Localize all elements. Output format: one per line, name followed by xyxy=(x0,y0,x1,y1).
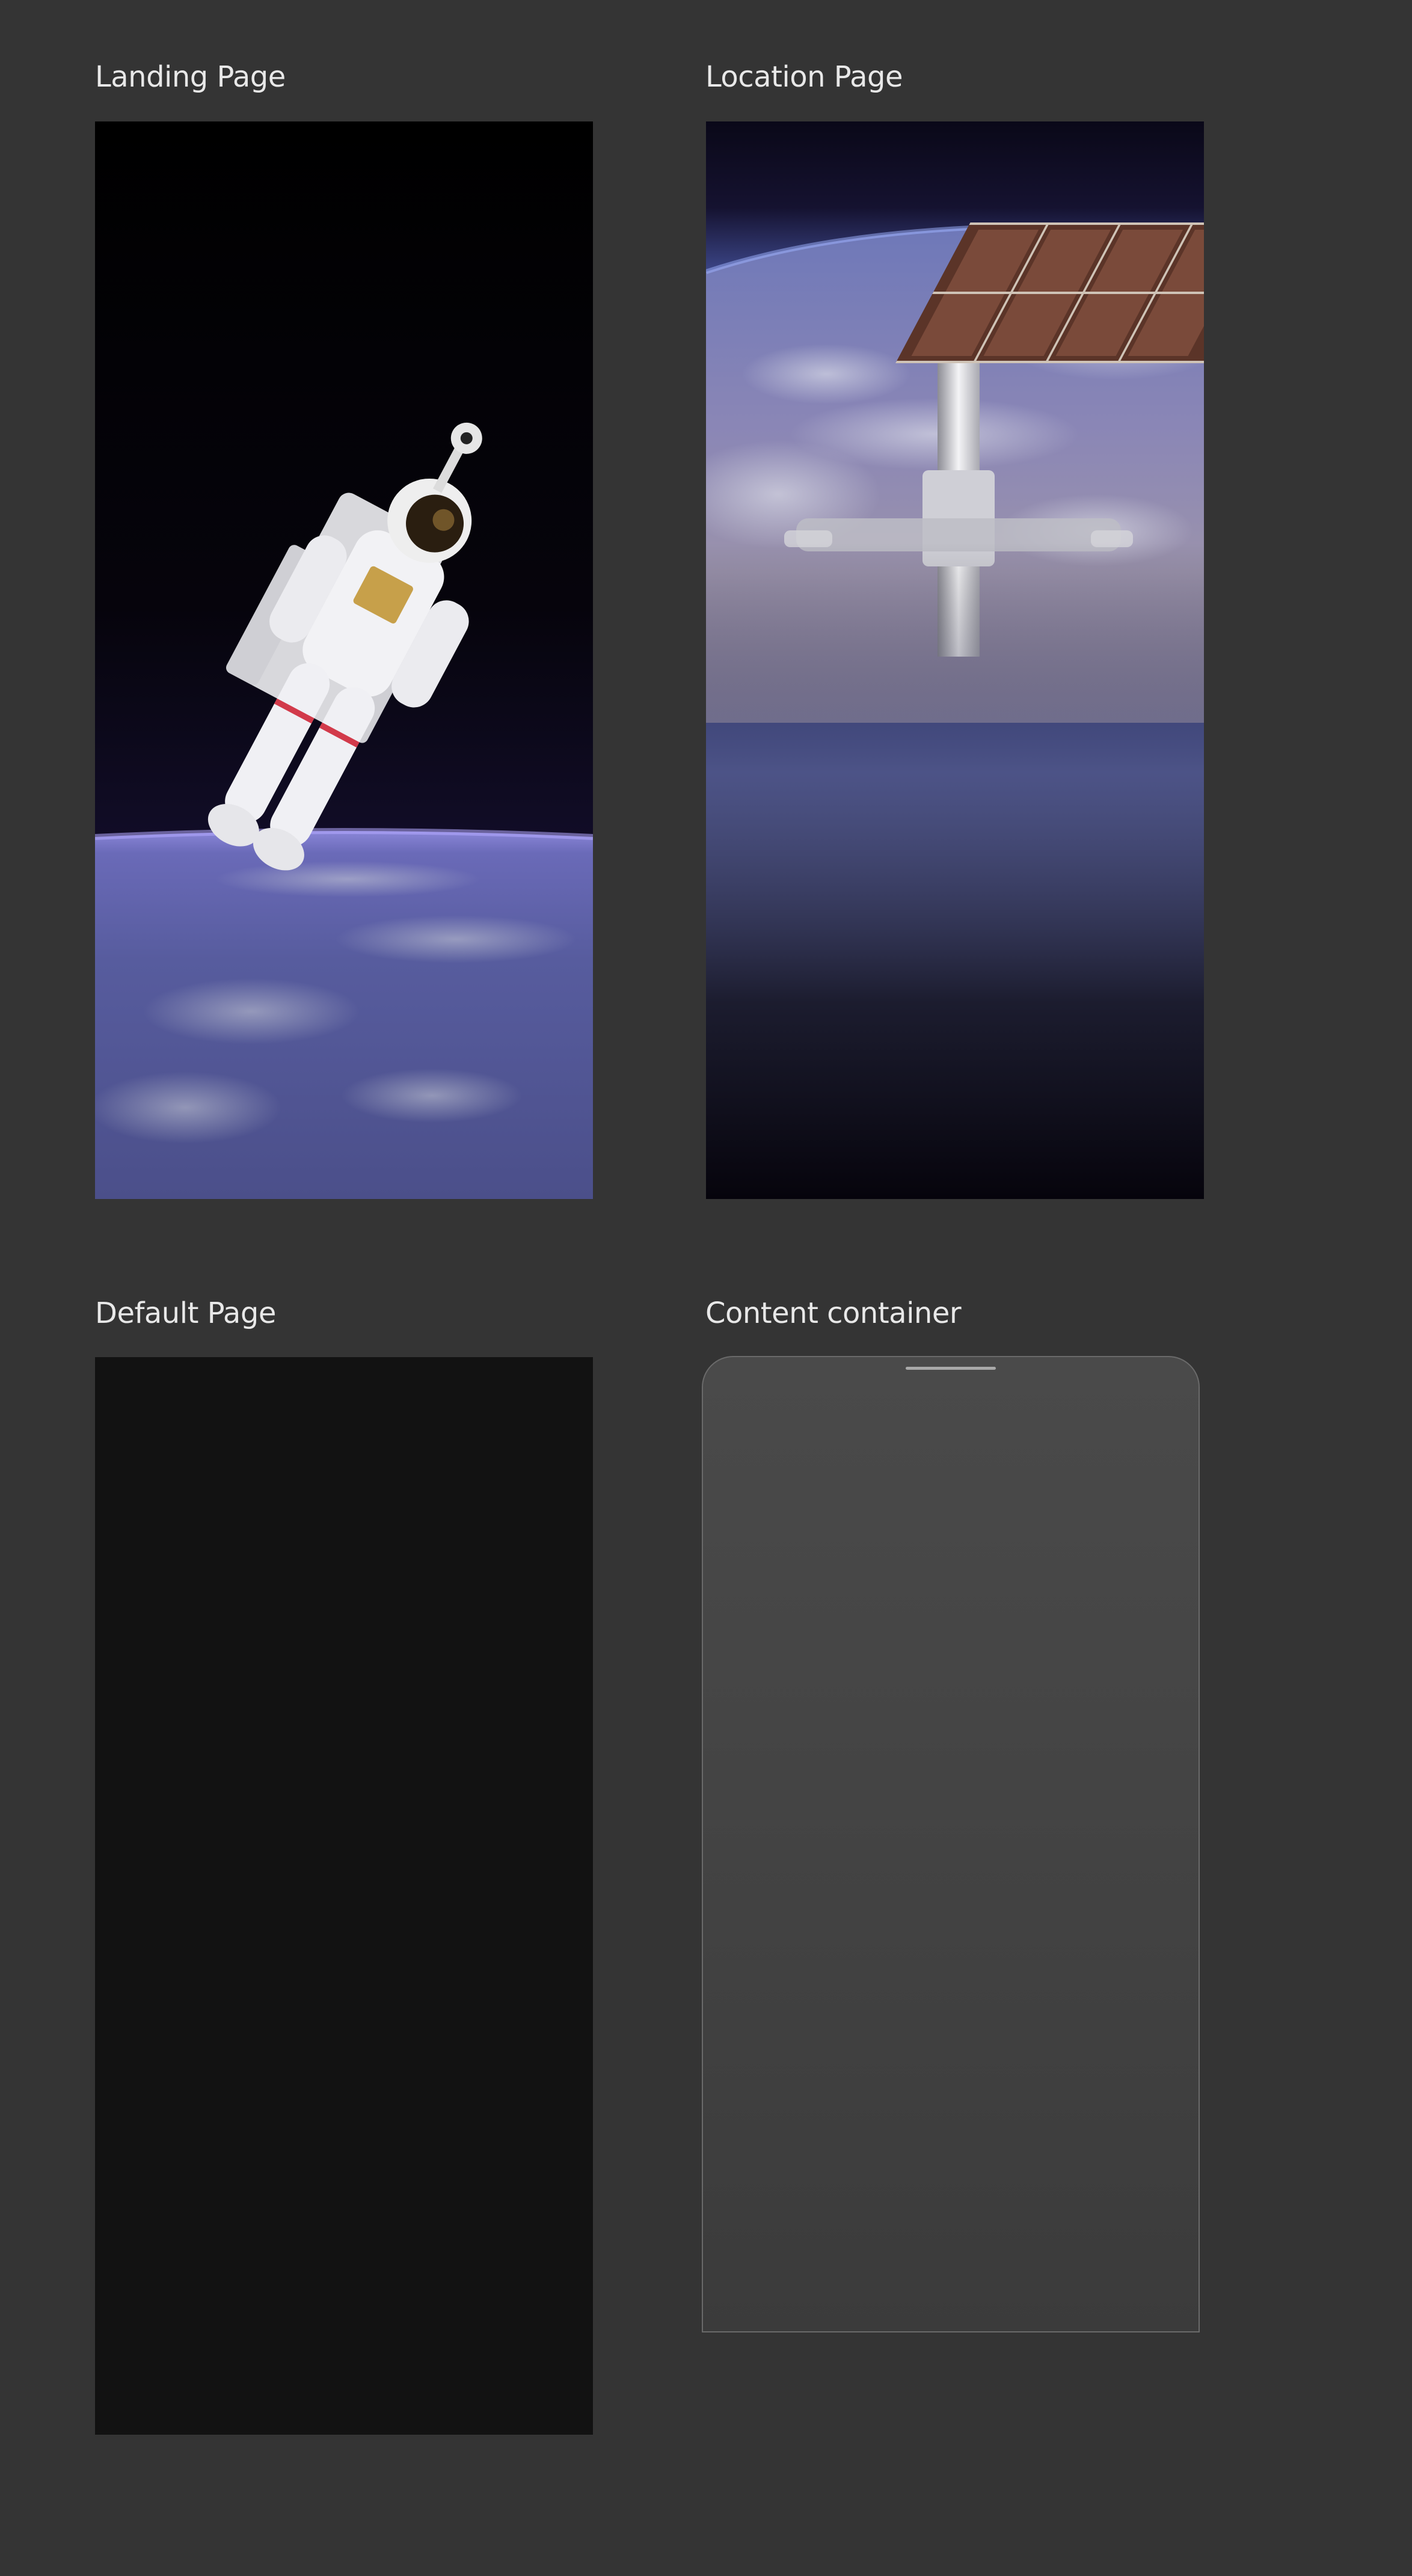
location-page-title: Location Page xyxy=(705,60,903,94)
default-page-title: Default Page xyxy=(95,1296,276,1330)
content-container-sheet[interactable] xyxy=(702,1356,1200,2332)
landing-page-frame[interactable] xyxy=(95,121,593,1199)
landing-page-title: Landing Page xyxy=(95,60,286,94)
sheet-grab-handle[interactable] xyxy=(906,1367,996,1370)
location-page-frame[interactable] xyxy=(706,121,1204,1199)
astronaut-spacewalk-image xyxy=(95,121,593,1199)
default-page-frame[interactable] xyxy=(95,1357,593,2435)
content-container-title: Content container xyxy=(705,1296,962,1330)
space-station-image xyxy=(706,121,1204,1199)
